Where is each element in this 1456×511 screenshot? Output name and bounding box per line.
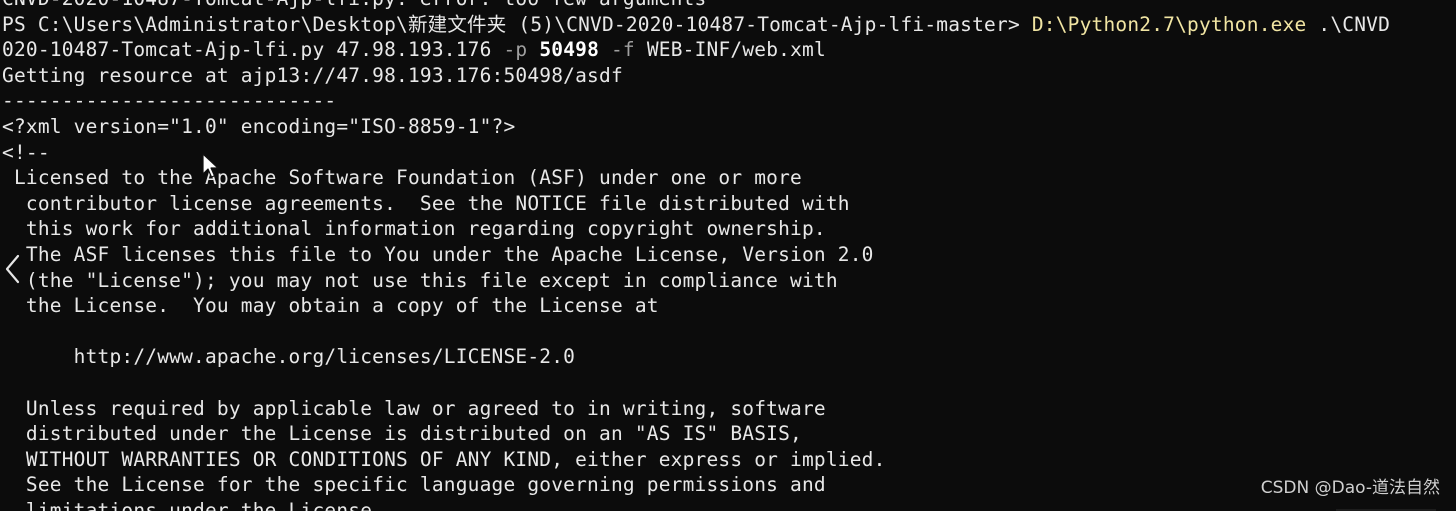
mouse-pointer-icon [202,153,219,178]
terminal-text-segment: limitations under the License. [2,498,385,511]
terminal-text-segment: the License. You may obtain a copy of th… [2,294,659,318]
terminal-line: (the "License"); you may not use this fi… [2,268,1456,294]
terminal-line: See the License for the specific languag… [2,472,1456,498]
terminal-text-segment: PS C:\Users\Administrator\Desktop\新建文件夹 … [2,12,1032,36]
terminal-text-segment: -f [610,38,635,62]
terminal-line: limitations under the License. [2,498,1456,511]
terminal-text-segment: 50498 [539,38,600,62]
terminal-line: Licensed to the Apache Software Foundati… [2,165,1456,191]
terminal-text-segment: CNVD-2020-10487-Tomcat-Ajp-lfi.py: error… [2,0,706,10]
terminal-line: contributor license agreements. See the … [2,191,1456,217]
terminal-text-segment: Getting resource at ajp13://47.98.193.17… [2,63,623,87]
terminal-text-segment: Licensed to the Apache Software Foundati… [2,166,802,190]
terminal-text-segment: The ASF licenses this file to You under … [2,242,874,266]
terminal-text-segment: contributor license agreements. See the … [2,191,850,215]
terminal-line: PS C:\Users\Administrator\Desktop\新建文件夹 … [2,12,1456,38]
terminal-line: ---------------------------- [2,88,1456,114]
terminal-text-segment: <!-- [2,140,50,164]
terminal-window[interactable]: CNVD-2020-10487-Tomcat-Ajp-lfi.py: error… [0,0,1456,511]
terminal-text-segment: this work for additional information reg… [2,217,826,241]
terminal-line: WITHOUT WARRANTIES OR CONDITIONS OF ANY … [2,447,1456,473]
terminal-text-segment: -p [503,38,528,62]
terminal-text-segment: See the License for the specific languag… [2,473,826,497]
terminal-text-segment: http://www.apache.org/licenses/LICENSE-2… [2,345,576,369]
terminal-line: http://www.apache.org/licenses/LICENSE-2… [2,344,1456,370]
terminal-text-segment: WEB-INF/web.xml [634,38,826,62]
terminal-line: <!-- [2,140,1456,166]
terminal-line: the License. You may obtain a copy of th… [2,293,1456,319]
terminal-text-segment: ---------------------------- [2,89,337,113]
terminal-text-segment: D:\Python2.7\python.exe [1031,12,1307,36]
terminal-line: CNVD-2020-10487-Tomcat-Ajp-lfi.py: error… [2,0,1456,12]
terminal-line: 020-10487-Tomcat-Ajp-lfi.py 47.98.193.17… [2,37,1456,63]
terminal-text-segment: WITHOUT WARRANTIES OR CONDITIONS OF ANY … [2,447,886,471]
terminal-text-segment: Unless required by applicable law or agr… [2,396,826,420]
terminal-line: Getting resource at ajp13://47.98.193.17… [2,63,1456,89]
terminal-text-segment: .\CNVD [1306,12,1391,36]
terminal-line: The ASF licenses this file to You under … [2,242,1456,268]
terminal-text-segment: distributed under the License is distrib… [2,422,802,446]
terminal-output[interactable]: CNVD-2020-10487-Tomcat-Ajp-lfi.py: error… [2,0,1456,511]
terminal-line: <?xml version="1.0" encoding="ISO-8859-1… [2,114,1456,140]
terminal-line: Unless required by applicable law or agr… [2,396,1456,422]
watermark: CSDN @Dao-道法自然 [1260,478,1440,499]
terminal-text-segment: (the "License"); you may not use this fi… [2,268,838,292]
terminal-text-segment: 020-10487-Tomcat-Ajp-lfi.py 47.98.193.17… [2,38,504,62]
terminal-line: distributed under the License is distrib… [2,421,1456,447]
terminal-line: this work for additional information reg… [2,216,1456,242]
terminal-text-segment: <?xml version="1.0" encoding="ISO-8859-1… [2,114,516,138]
chevron-left-icon[interactable] [4,254,22,284]
